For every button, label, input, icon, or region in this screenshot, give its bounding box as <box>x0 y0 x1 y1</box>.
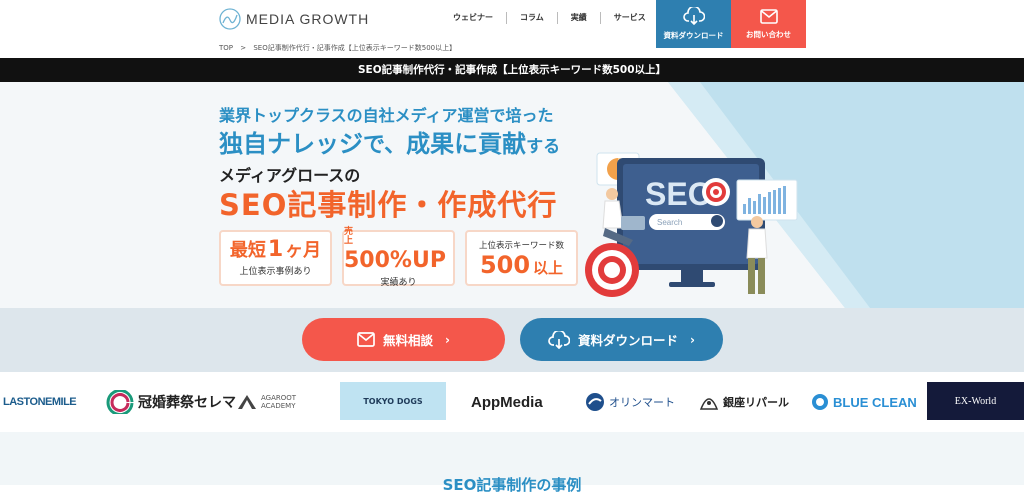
mail-icon <box>357 332 375 347</box>
client-logo-text: TOKYO DOGS <box>363 396 423 406</box>
badge-3-main: 500 以上 <box>480 253 563 277</box>
logo-text: MEDIA GROWTH <box>246 11 370 27</box>
logo[interactable]: MEDIA GROWTH <box>219 8 369 30</box>
orinmart-mark-icon <box>586 393 604 411</box>
nav-item-webinar[interactable]: ウェビナー <box>440 12 507 24</box>
client-logo-text: 冠婚葬祭セレマ <box>138 395 236 411</box>
hero-line-1: 業界トップクラスの自社メディア運営で培った <box>219 106 554 125</box>
client-logo-text: BLUE CLEAN <box>833 394 917 410</box>
client-logo-agaroot: AGAROOT ACADEMY <box>237 372 315 432</box>
badge-3-suffix: 以上 <box>533 259 564 277</box>
breadcrumb-current: SEO記事制作代行・記事作成【上位表示キーワード数500以上】 <box>253 44 457 52</box>
hero-line-2-mid: で、 <box>363 133 407 158</box>
client-logo-blue-clean: BLUE CLEAN <box>811 372 917 432</box>
download-button[interactable]: 資料ダウンロード <box>656 0 731 48</box>
site-header: MEDIA GROWTH ウェビナー コラム 実績 サービス 資料ダウンロード … <box>0 0 1024 58</box>
document-download-button[interactable]: 資料ダウンロード › <box>520 318 723 361</box>
agaroot-mark-icon <box>238 395 256 409</box>
client-logo-appmedia: AppMedia <box>471 372 543 432</box>
hero-line-2-end: する <box>526 137 561 157</box>
badge-1-sub: 上位表示事例あり <box>239 267 312 277</box>
download-button-label: 資料ダウンロード <box>663 31 724 40</box>
illustration-search-text: Search <box>657 218 682 227</box>
badge-1-main: 最短1 ヶ月 <box>230 239 321 261</box>
badge-1-suffix: ヶ月 <box>285 240 322 261</box>
breadcrumb-separator: > <box>240 44 247 52</box>
client-logo-text: 銀座リパール <box>723 396 789 409</box>
cta-band <box>0 308 1024 372</box>
main-nav: ウェビナー コラム 実績 サービス <box>440 12 659 24</box>
cloud-download-icon <box>548 330 571 349</box>
badge-1-number: 1 <box>267 237 284 262</box>
ginza-mark-icon <box>699 398 719 410</box>
hero-line-2-em1: 独自ナレッジ <box>219 130 363 158</box>
badge-1-prefix: 最短 <box>229 240 266 261</box>
chevron-right-icon: › <box>690 332 695 347</box>
client-logo-text: オリンマート <box>609 396 675 409</box>
breadcrumb: TOP > SEO記事制作代行・記事作成【上位表示キーワード数500以上】 <box>219 43 456 53</box>
nav-item-column[interactable]: コラム <box>507 12 558 24</box>
hero-line-2: 独自ナレッジで、成果に貢献する <box>219 124 560 159</box>
free-consultation-button[interactable]: 無料相談 › <box>302 318 505 361</box>
nav-item-service[interactable]: サービス <box>601 12 659 24</box>
badge-3-number: 500 <box>479 251 531 279</box>
contact-button-label: お問い合わせ <box>746 29 791 39</box>
badge-2-big: 500%UP <box>344 248 446 273</box>
badge-sales-up: 売上500%UP 実績あり <box>342 227 455 288</box>
cloud-download-icon <box>682 7 705 25</box>
client-logo-orinmart: オリンマート <box>585 372 675 432</box>
client-logo-text: LASTONEMILE <box>3 396 77 408</box>
page-title-bar: SEO記事制作代行・記事作成【上位表示キーワード数500以上】 <box>0 58 1024 82</box>
badge-keywords: 上位表示キーワード数 500 以上 <box>465 230 578 286</box>
client-logo-text: EX-World <box>954 395 997 407</box>
client-logo-strip: LASTONEMILE 冠婚葬祭セレマ AGAROOT ACADEMY TOKY… <box>0 372 1024 432</box>
hero-section: SEO Search 業界トップクラスの自社メディア運営で培った 独自ナレッジで… <box>0 82 1024 308</box>
client-logo-ginza-repearl: 銀座リパール <box>699 372 789 432</box>
badge-shortest-month: 最短1 ヶ月 上位表示事例あり <box>219 230 332 286</box>
logo-mark-icon <box>219 8 241 30</box>
seo-illustration: SEO Search <box>585 152 798 297</box>
chevron-right-icon: › <box>445 332 450 347</box>
badge-2-sub: 実績あり <box>380 278 417 288</box>
serema-mark-icon <box>106 390 134 414</box>
client-logo-text: AGAROOT ACADEMY <box>261 393 297 410</box>
client-logo-tokyo-dogs: TOKYO DOGS <box>340 382 446 420</box>
client-logo-serema: 冠婚葬祭セレマ <box>106 372 236 432</box>
nav-item-results[interactable]: 実績 <box>558 12 601 24</box>
breadcrumb-home[interactable]: TOP <box>219 44 233 52</box>
hero-line-2-em2: 成果に貢献 <box>406 130 527 158</box>
contact-button[interactable]: お問い合わせ <box>731 0 806 48</box>
client-logo-text: AppMedia <box>471 393 543 411</box>
mail-icon <box>759 8 778 24</box>
free-consultation-label: 無料相談 <box>383 333 434 348</box>
badge-2-main: 売上500%UP <box>344 227 453 273</box>
document-download-label: 資料ダウンロード <box>578 333 679 348</box>
client-logo-lastonemile: LASTONEMILE <box>3 372 77 432</box>
hero-main-heading: SEO記事制作・作成代行 <box>219 188 558 222</box>
blue-clean-mark-icon <box>812 394 828 410</box>
client-logo-ex-world: EX-World <box>927 382 1024 420</box>
badge-3-top: 上位表示キーワード数 <box>478 241 564 251</box>
badge-2-pre: 売上 <box>344 227 354 247</box>
